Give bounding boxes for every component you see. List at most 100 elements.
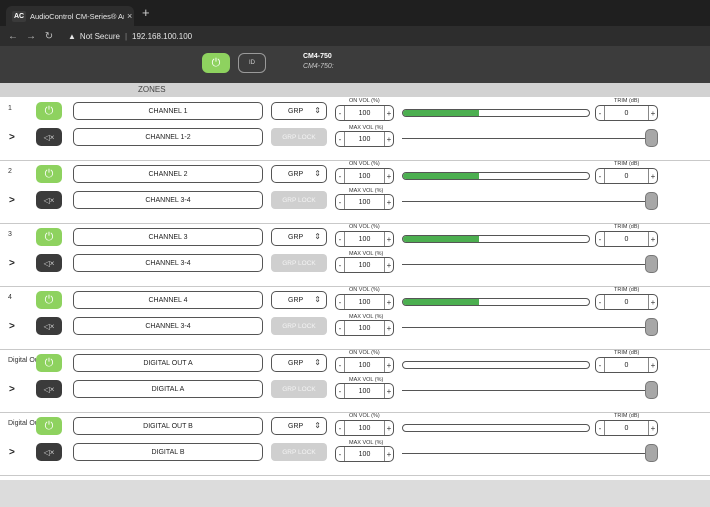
trim-decrement-button[interactable]: - [596, 361, 604, 370]
trim-increment-button[interactable]: + [649, 361, 657, 370]
volume-slider-handle[interactable] [645, 129, 658, 147]
forward-icon[interactable]: → [26, 31, 36, 42]
max-vol-input[interactable]: 100 [344, 447, 385, 461]
id-button[interactable]: ID [238, 53, 266, 73]
zone-pair-field[interactable]: CHANNEL 3-4 [73, 191, 263, 209]
expand-chevron-icon[interactable]: > [9, 195, 15, 206]
trim-decrement-button[interactable]: - [596, 172, 604, 181]
expand-chevron-icon[interactable]: > [9, 258, 15, 269]
grp-select[interactable]: GRP ⇕ [271, 165, 327, 183]
trim-increment-button[interactable]: + [649, 109, 657, 118]
on-vol-increment-button[interactable]: + [385, 424, 393, 433]
on-vol-input[interactable]: 100 [344, 295, 385, 309]
volume-slider-track[interactable] [402, 390, 652, 391]
max-vol-input[interactable]: 100 [344, 321, 385, 335]
on-vol-input[interactable]: 100 [344, 358, 385, 372]
zone-name-field[interactable]: CHANNEL 3 [73, 228, 263, 246]
on-vol-increment-button[interactable]: + [385, 172, 393, 181]
on-vol-decrement-button[interactable]: - [336, 424, 344, 433]
volume-slider-track[interactable] [402, 453, 652, 454]
master-power-button[interactable]: ⏻ [202, 53, 230, 73]
zone-pair-field[interactable]: CHANNEL 3-4 [73, 317, 263, 335]
grp-lock-button[interactable]: GRP LOCK [271, 254, 327, 272]
trim-increment-button[interactable]: + [649, 235, 657, 244]
grp-lock-button[interactable]: GRP LOCK [271, 128, 327, 146]
trim-decrement-button[interactable]: - [596, 424, 604, 433]
trim-increment-button[interactable]: + [649, 298, 657, 307]
volume-slider-handle[interactable] [645, 318, 658, 336]
max-vol-decrement-button[interactable]: - [336, 261, 344, 270]
grp-select[interactable]: GRP ⇕ [271, 417, 327, 435]
zone-power-button[interactable]: ⏻ [36, 354, 62, 372]
grp-lock-button[interactable]: GRP LOCK [271, 380, 327, 398]
max-vol-increment-button[interactable]: + [385, 261, 393, 270]
trim-decrement-button[interactable]: - [596, 235, 604, 244]
max-vol-increment-button[interactable]: + [385, 324, 393, 333]
on-vol-increment-button[interactable]: + [385, 361, 393, 370]
grp-select[interactable]: GRP ⇕ [271, 354, 327, 372]
max-vol-decrement-button[interactable]: - [336, 198, 344, 207]
zone-power-button[interactable]: ⏻ [36, 417, 62, 435]
trim-increment-button[interactable]: + [649, 172, 657, 181]
max-vol-input[interactable]: 100 [344, 258, 385, 272]
zone-power-button[interactable]: ⏻ [36, 291, 62, 309]
volume-slider-track[interactable] [402, 264, 652, 265]
trim-input[interactable]: 0 [604, 421, 649, 435]
expand-chevron-icon[interactable]: > [9, 132, 15, 143]
new-tab-button[interactable]: + [142, 6, 150, 20]
zone-name-field[interactable]: DIGITAL OUT A [73, 354, 263, 372]
on-vol-increment-button[interactable]: + [385, 298, 393, 307]
grp-select[interactable]: GRP ⇕ [271, 291, 327, 309]
max-vol-increment-button[interactable]: + [385, 135, 393, 144]
volume-slider-handle[interactable] [645, 192, 658, 210]
max-vol-input[interactable]: 100 [344, 132, 385, 146]
zone-pair-field[interactable]: CHANNEL 3-4 [73, 254, 263, 272]
volume-slider-track[interactable] [402, 327, 652, 328]
reload-icon[interactable]: ↻ [44, 31, 54, 42]
trim-increment-button[interactable]: + [649, 424, 657, 433]
trim-input[interactable]: 0 [604, 232, 649, 246]
back-icon[interactable]: ← [8, 31, 18, 42]
max-vol-decrement-button[interactable]: - [336, 324, 344, 333]
grp-lock-button[interactable]: GRP LOCK [271, 191, 327, 209]
max-vol-input[interactable]: 100 [344, 384, 385, 398]
zone-pair-field[interactable]: CHANNEL 1-2 [73, 128, 263, 146]
max-vol-increment-button[interactable]: + [385, 450, 393, 459]
grp-lock-button[interactable]: GRP LOCK [271, 443, 327, 461]
grp-select[interactable]: GRP ⇕ [271, 102, 327, 120]
trim-input[interactable]: 0 [604, 358, 649, 372]
volume-slider-track[interactable] [402, 138, 652, 139]
zone-pair-field[interactable]: DIGITAL B [73, 443, 263, 461]
on-vol-increment-button[interactable]: + [385, 109, 393, 118]
on-vol-decrement-button[interactable]: - [336, 361, 344, 370]
grp-lock-button[interactable]: GRP LOCK [271, 317, 327, 335]
on-vol-decrement-button[interactable]: - [336, 298, 344, 307]
max-vol-increment-button[interactable]: + [385, 198, 393, 207]
trim-input[interactable]: 0 [604, 106, 649, 120]
zone-mute-button[interactable]: ◁× [36, 317, 62, 335]
max-vol-decrement-button[interactable]: - [336, 387, 344, 396]
zone-name-field[interactable]: DIGITAL OUT B [73, 417, 263, 435]
volume-slider-handle[interactable] [645, 255, 658, 273]
volume-slider-handle[interactable] [645, 444, 658, 462]
max-vol-decrement-button[interactable]: - [336, 450, 344, 459]
zone-mute-button[interactable]: ◁× [36, 380, 62, 398]
grp-select[interactable]: GRP ⇕ [271, 228, 327, 246]
zone-mute-button[interactable]: ◁× [36, 191, 62, 209]
trim-decrement-button[interactable]: - [596, 298, 604, 307]
on-vol-input[interactable]: 100 [344, 232, 385, 246]
on-vol-input[interactable]: 100 [344, 106, 385, 120]
expand-chevron-icon[interactable]: > [9, 447, 15, 458]
on-vol-decrement-button[interactable]: - [336, 235, 344, 244]
on-vol-decrement-button[interactable]: - [336, 109, 344, 118]
zone-power-button[interactable]: ⏻ [36, 228, 62, 246]
trim-decrement-button[interactable]: - [596, 109, 604, 118]
zone-name-field[interactable]: CHANNEL 2 [73, 165, 263, 183]
tab-close-icon[interactable]: × [127, 11, 132, 21]
browser-tab[interactable]: AC AudioControl CM-Series® Amp × [6, 6, 134, 26]
on-vol-input[interactable]: 100 [344, 421, 385, 435]
zone-power-button[interactable]: ⏻ [36, 165, 62, 183]
zone-mute-button[interactable]: ◁× [36, 128, 62, 146]
trim-input[interactable]: 0 [604, 295, 649, 309]
on-vol-decrement-button[interactable]: - [336, 172, 344, 181]
